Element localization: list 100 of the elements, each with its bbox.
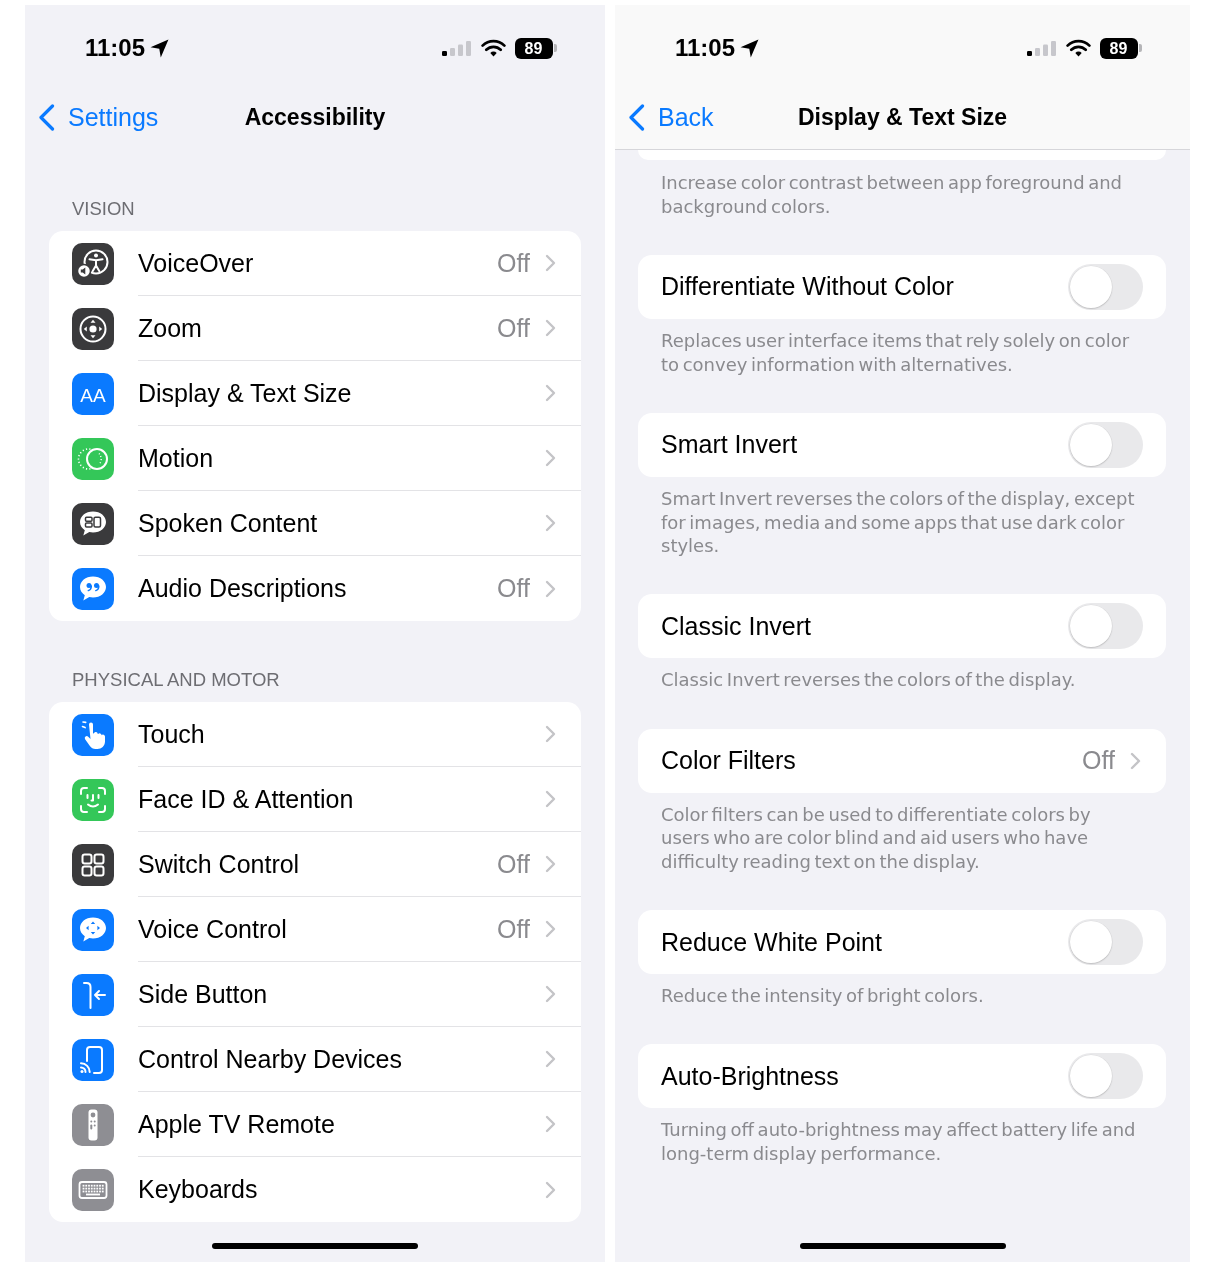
- row-value: Off: [497, 574, 530, 603]
- row-label: VoiceOver: [138, 248, 254, 278]
- chevron-right-icon: [545, 319, 556, 337]
- speech-bubble-icon: [72, 502, 114, 545]
- row-label: Touch: [138, 719, 205, 749]
- nav-title: Accessibility: [244, 103, 386, 131]
- chevron-right-icon: [545, 855, 556, 873]
- quote-bubble-icon: [72, 567, 114, 610]
- row-label: Audio Descriptions: [138, 574, 347, 603]
- row-label: Spoken Content: [138, 508, 318, 538]
- chevron-right-icon: [545, 1115, 556, 1133]
- settings-row[interactable]: Smart Invert: [638, 412, 1166, 477]
- settings-row[interactable]: Color Filters Off: [638, 728, 1166, 793]
- footnote-text: Reduce the intensity of bright colors.: [661, 984, 985, 1008]
- footnote-text: Turning off auto-brightness may affect battery life and long-term display performance.: [661, 1118, 1137, 1166]
- nav-title: Display & Text Size: [797, 103, 1008, 131]
- section-header: VISION: [72, 198, 135, 220]
- row-label: Voice Control: [138, 914, 287, 944]
- chevron-left-icon: [628, 103, 645, 131]
- remote-icon: [72, 1103, 114, 1146]
- settings-row[interactable]: Auto-Brightness: [638, 1044, 1166, 1109]
- chevron-left-icon: [38, 103, 55, 131]
- phone-waves-icon: [72, 1038, 114, 1081]
- accessibility-person-icon: [72, 242, 114, 285]
- row-label: Color Filters: [661, 746, 796, 776]
- row-label: Reduce White Point: [661, 927, 882, 957]
- settings-row[interactable]: Apple TV Remote: [49, 1092, 581, 1157]
- back-button[interactable]: Back: [628, 102, 714, 132]
- row-value: Off: [497, 914, 530, 944]
- toggle-switch[interactable]: [1068, 1053, 1143, 1100]
- footnote-text: Replaces user interface items that rely solely on color to convey information with alternatives.: [661, 328, 1131, 377]
- settings-row[interactable]: Reduce White Point: [638, 910, 1166, 975]
- settings-row[interactable]: Side Button: [49, 962, 581, 1027]
- hand-pointer-icon: [72, 713, 114, 756]
- wifi-icon: [480, 39, 506, 57]
- toggle-switch[interactable]: [1068, 603, 1143, 650]
- settings-row[interactable]: Spoken Content: [49, 491, 581, 556]
- status-time: 11:05: [85, 35, 146, 61]
- row-label: Classic Invert: [661, 611, 812, 641]
- row-value: Off: [497, 849, 530, 879]
- keyboard-icon: [72, 1168, 114, 1211]
- settings-row[interactable]: Voice Control Off: [49, 897, 581, 962]
- settings-row[interactable]: Differentiate Without Color: [638, 254, 1166, 319]
- row-label: Face ID & Attention: [138, 784, 354, 814]
- footnote-text: Smart Invert reverses the colors of the display, except for images, media and some apps that use dark color styles.: [661, 486, 1136, 558]
- toggle-switch[interactable]: [1068, 263, 1143, 310]
- face-scan-icon: [72, 778, 114, 821]
- grid-squares-icon: [72, 843, 114, 886]
- section-header: PHYSICAL AND MOTOR: [72, 669, 280, 691]
- row-label: Differentiate Without Color: [661, 272, 954, 302]
- footnote-text: Classic Invert reverses the colors of the display.: [661, 668, 1077, 693]
- chevron-right-icon: [545, 449, 556, 467]
- signal-icon: [441, 40, 472, 56]
- wifi-icon: [1065, 39, 1091, 57]
- circle-arrows-icon: [72, 307, 114, 350]
- row-label: Display & Text Size: [138, 378, 352, 408]
- chevron-right-icon: [545, 1050, 556, 1068]
- row-label: Side Button: [138, 979, 268, 1009]
- settings-row[interactable]: Classic Invert: [638, 594, 1166, 659]
- footnote-text: Color filters can be used to differentiate colors by users who are color blind and aid users who have difficulty reading text on the display.: [661, 802, 1092, 874]
- toggle-switch[interactable]: [1068, 919, 1143, 966]
- chevron-right-icon: [545, 790, 556, 808]
- back-button[interactable]: Settings: [38, 102, 159, 132]
- row-value: Off: [1082, 746, 1115, 776]
- settings-row[interactable]: Switch Control Off: [49, 832, 581, 897]
- signal-icon: [1026, 40, 1057, 56]
- chevron-right-icon: [545, 579, 556, 598]
- location-arrow-icon: [150, 38, 170, 58]
- settings-row[interactable]: AA Display & Text Size: [49, 361, 581, 426]
- toggle-switch[interactable]: [1068, 421, 1143, 468]
- chevron-right-icon: [545, 514, 556, 532]
- speech-bubble-arrows-icon: [72, 908, 114, 951]
- chevron-right-icon: [545, 920, 556, 938]
- footnote-text: Increase color contrast between app foreground and background colors.: [661, 171, 1124, 219]
- settings-row[interactable]: Keyboards: [49, 1157, 581, 1222]
- text-size-icon: AA: [72, 372, 114, 415]
- row-value: Off: [497, 248, 530, 278]
- settings-row[interactable]: Touch: [49, 702, 581, 767]
- settings-row[interactable]: Zoom Off: [49, 296, 581, 361]
- settings-row[interactable]: Face ID & Attention: [49, 767, 581, 832]
- battery-indicator: 89: [514, 37, 557, 59]
- chevron-right-icon: [1130, 751, 1141, 770]
- row-label: Control Nearby Devices: [138, 1044, 402, 1074]
- chevron-right-icon: [545, 985, 556, 1003]
- row-label: Keyboards: [138, 1175, 258, 1204]
- settings-row[interactable]: Motion: [49, 426, 581, 491]
- chevron-right-icon: [545, 725, 556, 743]
- row-label: Apple TV Remote: [138, 1109, 335, 1139]
- settings-row[interactable]: VoiceOver Off: [49, 231, 581, 296]
- chevron-right-icon: [545, 384, 556, 402]
- row-value: Off: [497, 313, 530, 343]
- row-label: Auto-Brightness: [661, 1061, 839, 1091]
- status-time: 11:05: [675, 35, 736, 61]
- settings-row[interactable]: Control Nearby Devices: [49, 1027, 581, 1092]
- row-label: Motion: [138, 443, 214, 473]
- settings-row[interactable]: Audio Descriptions Off: [49, 556, 581, 621]
- row-label: Zoom: [138, 313, 202, 343]
- circles-icon: [72, 437, 114, 480]
- battery-indicator: 89: [1099, 37, 1142, 59]
- chevron-right-icon: [545, 254, 556, 272]
